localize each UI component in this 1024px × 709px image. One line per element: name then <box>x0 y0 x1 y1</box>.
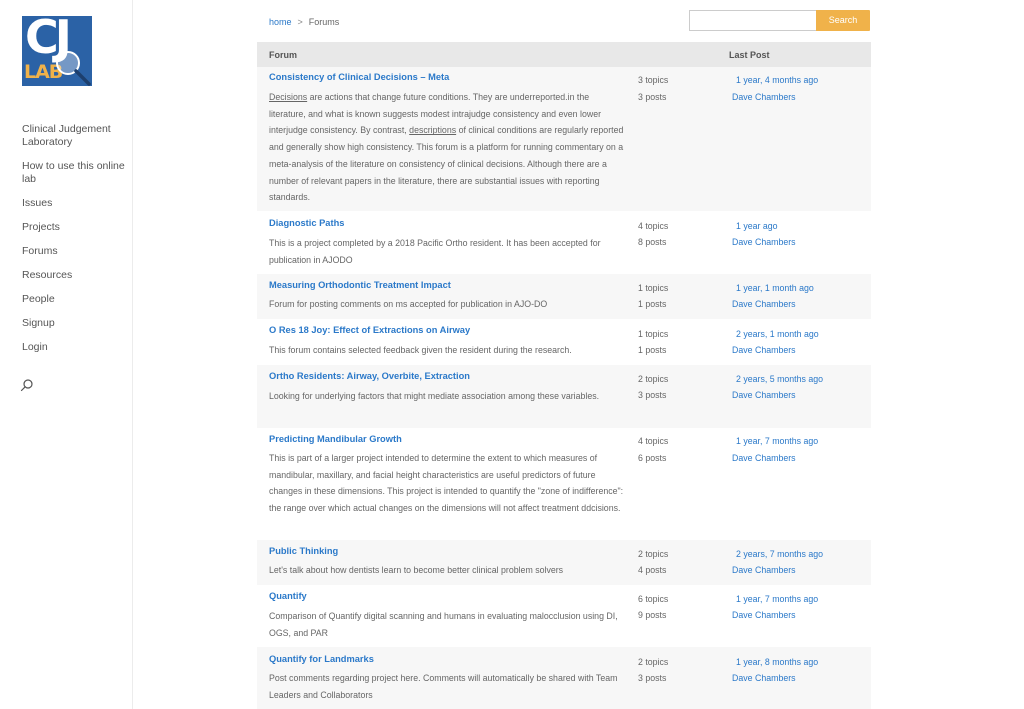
forum-description: Let's talk about how dentists learn to b… <box>269 565 564 575</box>
forum-description: This forum contains selected feedback gi… <box>269 345 572 355</box>
post-count: 1 posts <box>638 345 667 355</box>
post-count: 3 posts <box>638 92 667 102</box>
nav-item-issues[interactable]: Issues <box>22 197 127 210</box>
forum-description: Decisions are actions that change future… <box>269 92 624 203</box>
forum-row: Quantify Comparison of Quantify digital … <box>257 585 871 647</box>
last-post-author[interactable]: Dave Chambers <box>732 237 796 247</box>
header-last-post: Last Post <box>729 50 770 60</box>
topic-count: 4 topics <box>638 436 669 446</box>
post-count: 8 posts <box>638 237 667 247</box>
last-post-link[interactable]: 2 years, 5 months ago <box>736 374 823 384</box>
forum-row: Measuring Orthodontic Treatment Impact F… <box>257 274 871 319</box>
forum-title-link[interactable]: Quantify <box>269 591 307 601</box>
forum-row: Public Thinking Let's talk about how den… <box>257 540 871 585</box>
last-post-link[interactable]: 2 years, 7 months ago <box>736 549 823 559</box>
forum-row: Quantify for Landmarks Post comments reg… <box>257 647 871 709</box>
forum-row: Consistency of Clinical Decisions – Meta… <box>257 67 871 211</box>
topic-count: 6 topics <box>638 594 669 604</box>
topic-count: 1 topics <box>638 283 669 293</box>
forum-description: This is a project completed by a 2018 Pa… <box>269 238 601 265</box>
breadcrumb-home-link[interactable]: home <box>269 17 292 27</box>
forum-row: Ortho Residents: Airway, Overbite, Extra… <box>257 365 871 428</box>
topic-count: 3 topics <box>638 75 669 85</box>
topic-count: 2 topics <box>638 549 669 559</box>
nav-item-forums[interactable]: Forums <box>22 245 127 258</box>
forum-title-link[interactable]: Consistency of Clinical Decisions – Meta <box>269 72 449 82</box>
topic-count: 1 topics <box>638 329 669 339</box>
forum-title-link[interactable]: Quantify for Landmarks <box>269 654 374 664</box>
site-logo[interactable]: CJ LAB <box>22 16 92 86</box>
last-post-author[interactable]: Dave Chambers <box>732 673 796 683</box>
post-count: 1 posts <box>638 299 667 309</box>
forum-description: This is part of a larger project intende… <box>269 453 624 514</box>
forum-description: Post comments regarding project here. Co… <box>269 673 618 700</box>
last-post-author[interactable]: Dave Chambers <box>732 610 796 620</box>
forum-table-header: Forum Last Post <box>257 42 871 67</box>
post-count: 3 posts <box>638 390 667 400</box>
topic-count: 2 topics <box>638 374 669 384</box>
breadcrumb-current: Forums <box>308 17 340 27</box>
sidebar: CJ LAB Clinical Judgement Laboratory How… <box>0 0 133 709</box>
post-count: 6 posts <box>638 453 667 463</box>
nav-item-how-to-use[interactable]: How to use this online lab <box>22 160 127 186</box>
descriptions-link[interactable]: descriptions <box>409 125 456 135</box>
nav-item-resources[interactable]: Resources <box>22 269 127 282</box>
nav-item-projects[interactable]: Projects <box>22 221 127 234</box>
forum-row: Diagnostic Paths This is a project compl… <box>257 211 871 274</box>
forum-title-link[interactable]: Measuring Orthodontic Treatment Impact <box>269 280 451 290</box>
forum-title-link[interactable]: Predicting Mandibular Growth <box>269 434 402 444</box>
forum-description: Comparison of Quantify digital scanning … <box>269 611 618 638</box>
post-count: 4 posts <box>638 565 667 575</box>
post-count: 3 posts <box>638 673 667 683</box>
nav-item-login[interactable]: Login <box>22 341 127 354</box>
last-post-author[interactable]: Dave Chambers <box>732 345 796 355</box>
last-post-link[interactable]: 1 year, 4 months ago <box>736 75 818 85</box>
post-count: 9 posts <box>638 610 667 620</box>
last-post-link[interactable]: 1 year, 1 month ago <box>736 283 814 293</box>
breadcrumb-separator: > <box>297 17 303 27</box>
forum-title-link[interactable]: Ortho Residents: Airway, Overbite, Extra… <box>269 371 470 381</box>
forum-title-link[interactable]: O Res 18 Joy: Effect of Extractions on A… <box>269 325 470 335</box>
topic-count: 2 topics <box>638 657 669 667</box>
topic-count: 4 topics <box>638 221 669 231</box>
nav-item-signup[interactable]: Signup <box>22 317 127 330</box>
last-post-author[interactable]: Dave Chambers <box>732 92 796 102</box>
last-post-link[interactable]: 2 years, 1 month ago <box>736 329 819 339</box>
decisions-link[interactable]: Decisions <box>269 92 307 102</box>
header-forum: Forum <box>269 50 297 60</box>
forum-description: Forum for posting comments on ms accepte… <box>269 299 548 309</box>
breadcrumb: home > Forums <box>269 17 339 27</box>
forum-row: Predicting Mandibular Growth This is par… <box>257 428 871 540</box>
search-input[interactable] <box>689 10 817 31</box>
search-icon[interactable] <box>20 378 34 392</box>
last-post-author[interactable]: Dave Chambers <box>732 299 796 309</box>
nav-item-clinical-judgement-laboratory[interactable]: Clinical Judgement Laboratory <box>22 123 127 149</box>
forum-title-link[interactable]: Diagnostic Paths <box>269 218 344 228</box>
last-post-link[interactable]: 1 year, 7 months ago <box>736 594 818 604</box>
last-post-link[interactable]: 1 year, 7 months ago <box>736 436 818 446</box>
forum-description: Looking for underlying factors that migh… <box>269 391 600 401</box>
last-post-author[interactable]: Dave Chambers <box>732 453 796 463</box>
forum-row: O Res 18 Joy: Effect of Extractions on A… <box>257 319 871 365</box>
search-button[interactable]: Search <box>816 10 870 31</box>
forum-title-link[interactable]: Public Thinking <box>269 546 338 556</box>
last-post-author[interactable]: Dave Chambers <box>732 390 796 400</box>
last-post-link[interactable]: 1 year, 8 months ago <box>736 657 818 667</box>
magnifier-icon <box>56 51 91 86</box>
last-post-link[interactable]: 1 year ago <box>736 221 778 231</box>
main-nav: Clinical Judgement Laboratory How to use… <box>22 123 127 365</box>
nav-item-people[interactable]: People <box>22 293 127 306</box>
last-post-author[interactable]: Dave Chambers <box>732 565 796 575</box>
